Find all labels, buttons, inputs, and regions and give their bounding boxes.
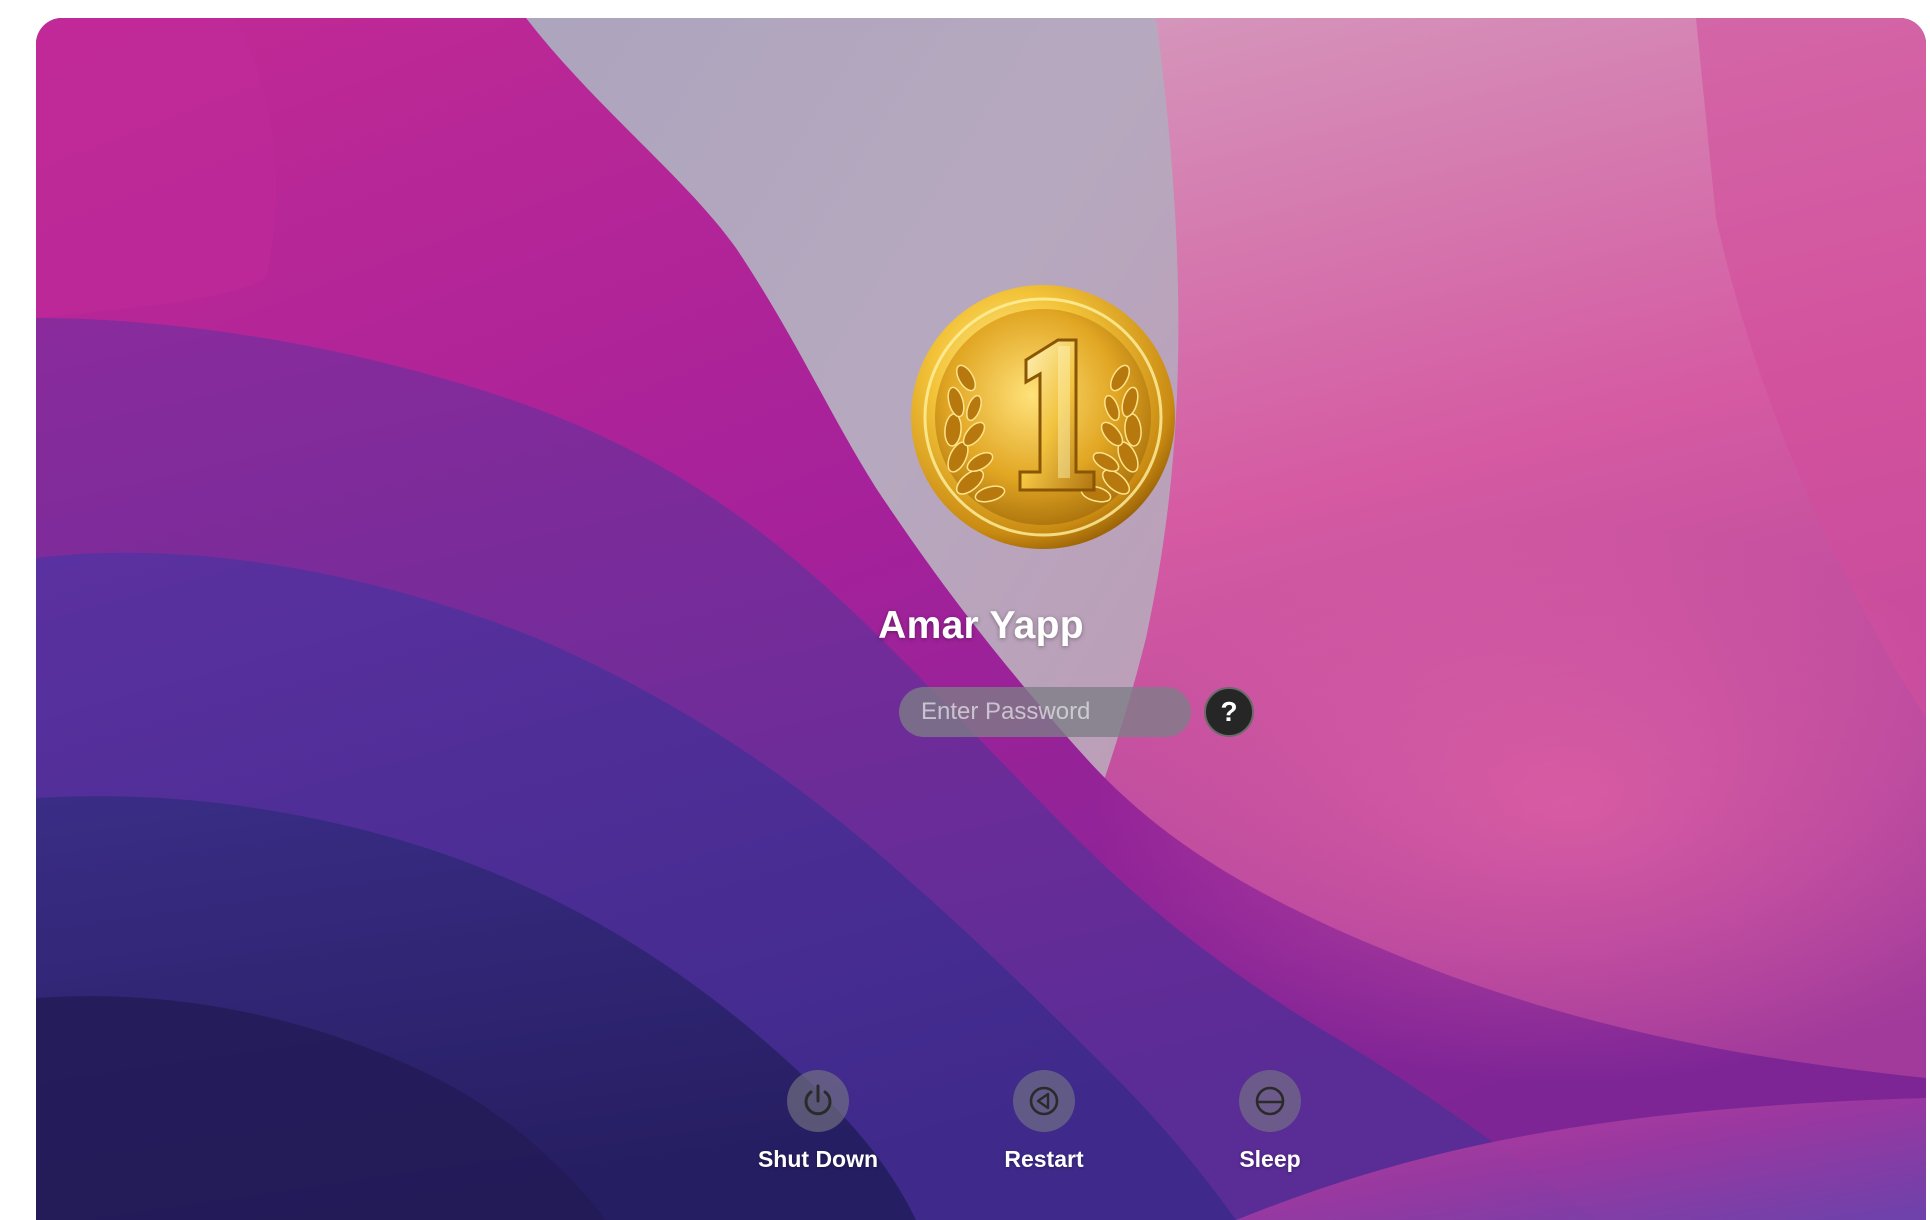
power-icon	[804, 1084, 832, 1116]
sleep-icon-circle	[1239, 1070, 1301, 1132]
shut-down-button[interactable]: Shut Down	[743, 1070, 893, 1173]
restart-icon	[1029, 1086, 1059, 1116]
password-hint-button[interactable]: ?	[1204, 687, 1254, 737]
password-input[interactable]	[899, 687, 1191, 737]
shut-down-label: Shut Down	[757, 1146, 879, 1172]
restart-icon-circle	[1013, 1070, 1075, 1132]
question-mark-icon: ?	[1220, 696, 1238, 727]
login-screen: Amar Yapp ? Shut Down Restart Sleep	[36, 18, 1926, 1220]
user-name[interactable]: Amar Yapp	[36, 604, 1926, 648]
sleep-icon	[1255, 1086, 1285, 1116]
power-icon-circle	[787, 1070, 849, 1132]
restart-button[interactable]: Restart	[969, 1070, 1119, 1173]
restart-label: Restart	[1004, 1146, 1084, 1172]
sleep-label: Sleep	[1239, 1146, 1301, 1172]
sleep-button[interactable]: Sleep	[1195, 1070, 1345, 1173]
gold-medal-number-one-icon	[911, 285, 1175, 549]
